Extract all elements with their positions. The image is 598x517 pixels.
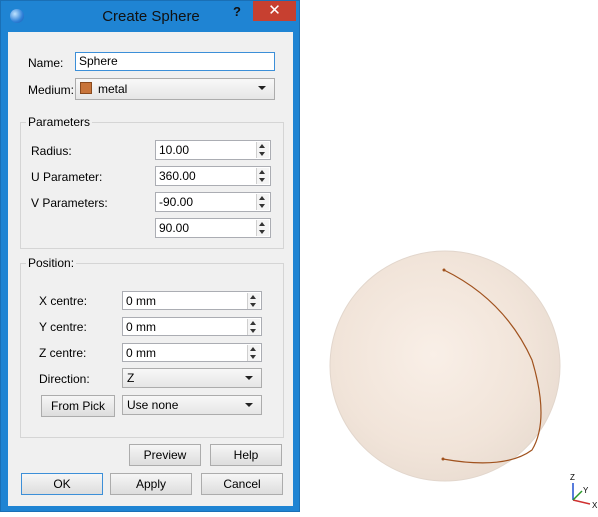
radius-label: Radius: [31,144,72,158]
position-title: Position: [26,256,77,270]
z-axis-label: Z [570,473,575,482]
preview-button[interactable]: Preview [129,444,201,466]
axis-triad: Z Y X [570,473,598,510]
direction-value: Z [127,371,135,385]
v-max-spinbox[interactable]: 90.00 [155,218,271,238]
v-parameters-label: V Parameters: [31,196,108,210]
dialog-body: Name: Sphere Medium: metal Parameters Ra… [8,32,293,506]
arrow-up-icon [250,295,256,299]
y-axis-label: Y [583,486,589,495]
y-axis-line [572,490,583,501]
z-centre-value: 0 mm [126,346,156,360]
medium-label: Medium: [28,83,75,97]
from-pick-button[interactable]: From Pick [41,395,115,417]
v-min-spinbox[interactable]: -90.00 [155,192,271,212]
medium-value: metal [98,82,128,96]
arrow-down-icon [259,178,265,182]
direction-label: Direction: [39,372,90,386]
arrow-down-icon [259,204,265,208]
ok-button[interactable]: OK [21,473,103,495]
name-label: Name: [28,56,64,70]
pick-value: Use none [127,398,179,412]
close-button[interactable]: ✕ [253,1,296,21]
chevron-down-icon [245,403,253,407]
spin-arrows[interactable] [256,194,269,210]
arrow-up-icon [259,170,265,174]
direction-select[interactable]: Z [122,368,262,388]
viewport-canvas[interactable]: Z Y X [300,0,598,514]
y-centre-label: Y centre: [39,320,87,334]
arrow-down-icon [259,152,265,156]
arrow-up-icon [250,321,256,325]
v-max-value: 90.00 [159,221,190,235]
radius-spinbox[interactable]: 10.00 [155,140,271,160]
u-parameter-label: U Parameter: [31,170,103,184]
create-sphere-dialog: Create Sphere ? ✕ Name: Sphere Medium: m… [0,0,300,512]
x-centre-spinbox[interactable]: 0 mm [122,291,262,310]
material-cube-icon [80,82,92,94]
apply-button[interactable]: Apply [110,473,192,495]
spin-arrows[interactable] [256,142,269,158]
z-centre-label: Z centre: [39,346,87,360]
medium-select[interactable]: metal [75,78,275,100]
radius-value: 10.00 [159,143,190,157]
chevron-down-icon [258,86,266,90]
z-centre-spinbox[interactable]: 0 mm [122,343,262,362]
spin-arrows[interactable] [256,168,269,184]
v-min-value: -90.00 [159,195,194,209]
arrow-up-icon [259,144,265,148]
3d-viewport[interactable]: Z Y X [300,0,598,514]
parameters-title: Parameters [26,115,93,129]
x-centre-value: 0 mm [126,294,156,308]
spin-arrows[interactable] [247,319,260,335]
arrow-down-icon [250,329,256,333]
x-centre-label: X centre: [39,294,88,308]
sphere-preview [329,250,561,482]
y-centre-spinbox[interactable]: 0 mm [122,317,262,336]
spin-arrows[interactable] [256,220,269,236]
cancel-button[interactable]: Cancel [201,473,283,495]
u-parameter-spinbox[interactable]: 360.00 [155,166,271,186]
chevron-down-icon [245,376,253,380]
help-button[interactable]: Help [210,444,282,466]
arrow-down-icon [250,303,256,307]
arrow-up-icon [250,347,256,351]
arrow-down-icon [259,230,265,234]
curve-endpoint-bottom [441,457,445,461]
spin-arrows[interactable] [247,293,260,309]
y-centre-value: 0 mm [126,320,156,334]
title-bar[interactable]: Create Sphere ? ✕ [1,1,299,31]
arrow-down-icon [250,355,256,359]
u-parameter-value: 360.00 [159,169,196,183]
app-globe-icon [10,9,24,23]
arrow-up-icon [259,196,265,200]
x-axis-line [572,499,591,505]
pick-select[interactable]: Use none [122,395,262,415]
arrow-up-icon [259,222,265,226]
name-input[interactable]: Sphere [75,52,275,71]
x-axis-label: X [592,501,598,510]
curve-endpoint-top [442,268,446,272]
spin-arrows[interactable] [247,345,260,361]
help-title-button[interactable]: ? [227,3,247,23]
